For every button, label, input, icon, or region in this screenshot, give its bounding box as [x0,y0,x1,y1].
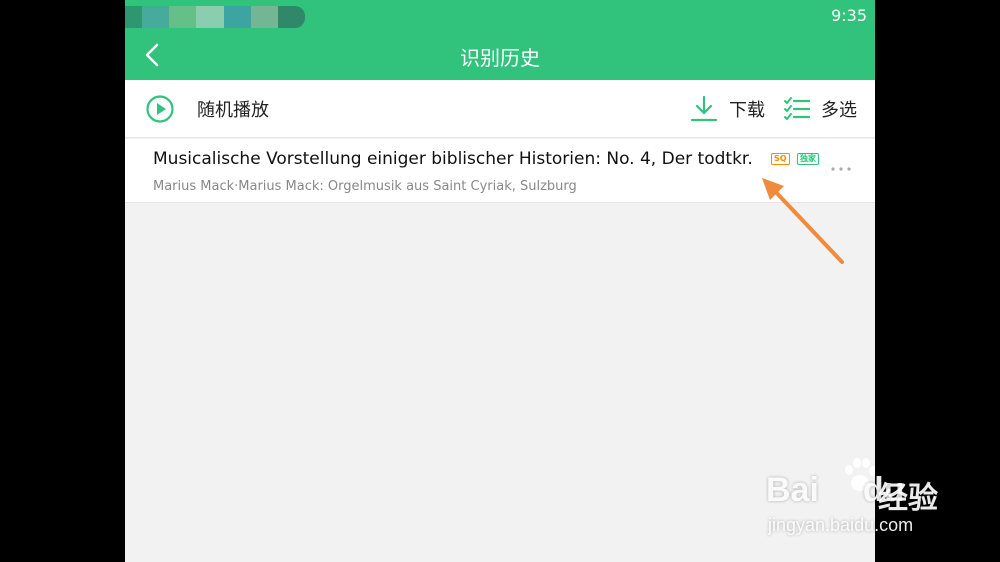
sq-badge: SQ [771,153,790,165]
exclusive-badge: 独家 [797,153,819,165]
download-label: 下载 [729,100,765,121]
download-button[interactable]: 下载 [689,80,765,138]
random-play-button[interactable]: 随机播放 [145,80,269,138]
download-icon [690,95,718,122]
song-subtitle: Marius Mack·Marius Mack: Orgelmusik aus … [153,179,577,194]
song-title: Musicalische Vorstellung einiger biblisc… [153,149,753,169]
annotation-arrow-icon [762,178,844,264]
random-play-label: 随机播放 [197,100,269,121]
play-circle-icon [146,95,174,123]
multi-select-button[interactable]: 多选 [783,80,857,138]
title-bar: 识别历史 [125,30,875,80]
app-screen: 9:35 识别历史 随机播放 下载 多选 Musicalische Vorste… [125,0,875,562]
blurred-status-icons [125,6,305,28]
status-bar: 9:35 [125,0,875,30]
multi-select-label: 多选 [821,100,857,121]
status-time: 9:35 [831,6,867,25]
watermark-jingyan-cn: 经验 [878,481,938,516]
list-toolbar: 随机播放 下载 多选 [125,80,875,138]
checklist-icon [784,97,811,120]
paw-logo-icon [845,458,875,491]
page-title: 识别历史 [460,46,540,70]
baidu-jingyan-watermark [766,455,875,545]
